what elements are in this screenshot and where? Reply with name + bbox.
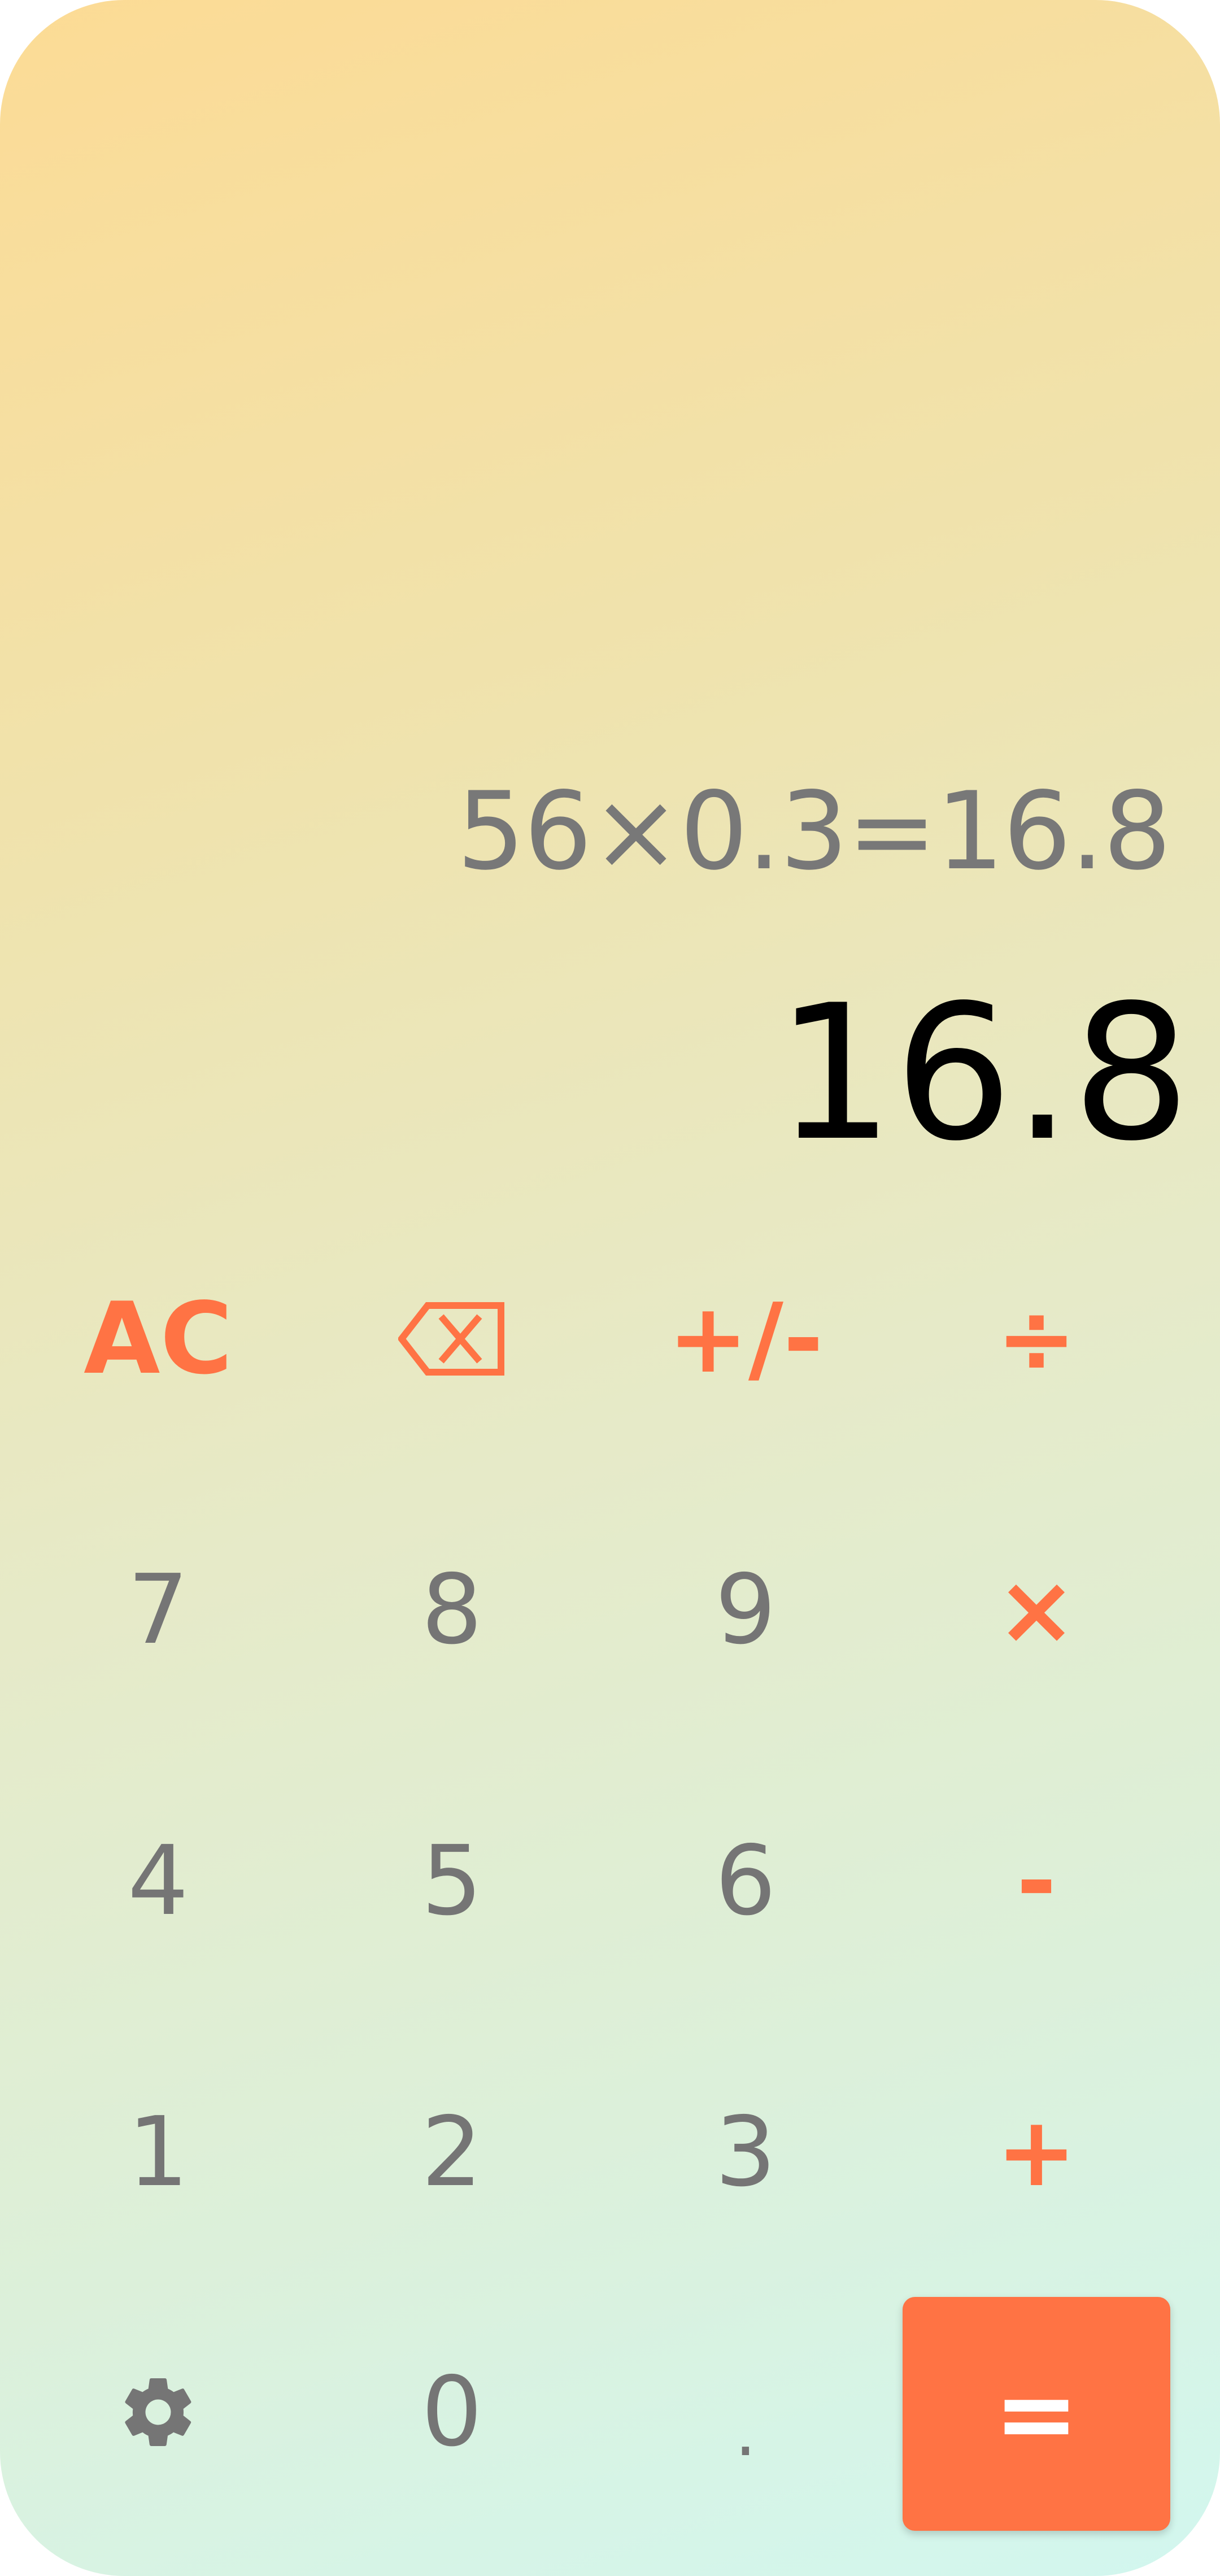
digit-0-button[interactable]: 0 — [305, 2294, 599, 2531]
digit-2-button[interactable]: 2 — [305, 2034, 599, 2271]
backspace-icon — [398, 1302, 504, 1376]
calculator-screen: 56×0.3=16.8 16.8 AC +/- ÷ 7 8 9 × 4 5 6 … — [0, 0, 1220, 2576]
equals-button[interactable]: = — [903, 2297, 1170, 2531]
digit-4-button[interactable]: 4 — [11, 1763, 305, 2000]
digit-7-button[interactable]: 7 — [11, 1491, 305, 1729]
divide-button[interactable]: ÷ — [890, 1220, 1183, 1457]
multiply-button[interactable]: × — [890, 1491, 1183, 1729]
digit-5-button[interactable]: 5 — [305, 1763, 599, 2000]
digit-1-button[interactable]: 1 — [11, 2034, 305, 2271]
minus-button[interactable]: - — [890, 1763, 1183, 2000]
digit-9-button[interactable]: 9 — [599, 1491, 892, 1729]
settings-button[interactable] — [11, 2294, 305, 2531]
plus-button[interactable]: + — [890, 2034, 1183, 2271]
backspace-button[interactable] — [305, 1220, 599, 1457]
digit-3-button[interactable]: 3 — [599, 2034, 892, 2271]
clear-button[interactable]: AC — [11, 1220, 305, 1457]
result-display: 16.8 — [775, 965, 1191, 1182]
gear-icon — [125, 2378, 191, 2446]
expression-display: 56×0.3=16.8 — [456, 769, 1171, 894]
sign-toggle-button[interactable]: +/- — [599, 1220, 892, 1457]
digit-8-button[interactable]: 8 — [305, 1491, 599, 1729]
digit-6-button[interactable]: 6 — [599, 1763, 892, 2000]
decimal-point-button[interactable]: . — [599, 2294, 892, 2531]
